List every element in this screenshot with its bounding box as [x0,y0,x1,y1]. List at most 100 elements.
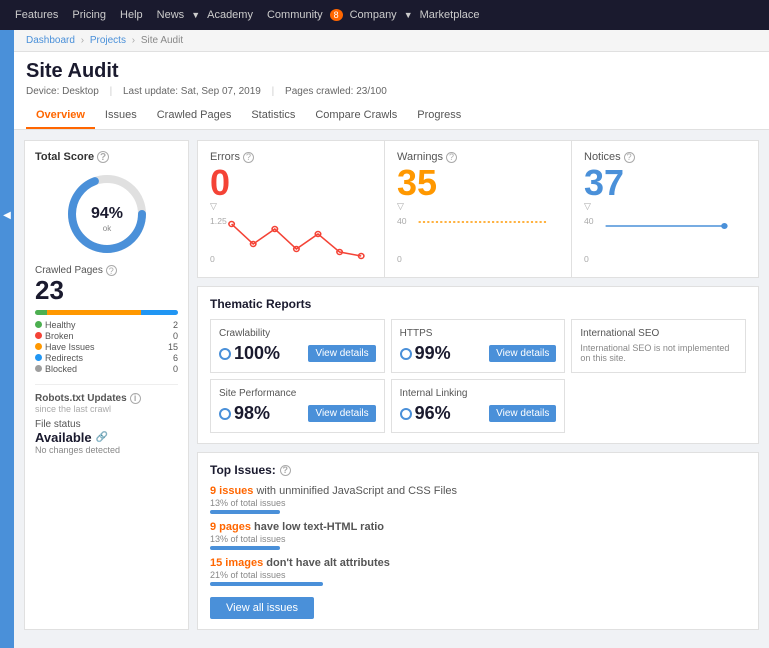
metrics-col: Errors ? 0 ▽ 1.25 0 [197,140,759,630]
device-label: Device: Desktop [26,86,99,97]
report-https: HTTPS 99% View details [391,319,566,373]
svg-text:1.25: 1.25 [210,216,227,226]
sidebar-toggle[interactable]: ◀ [0,30,14,648]
errors-sub: ▽ [210,201,372,212]
intl-seo-note: International SEO is not implemented on … [580,343,737,363]
issue-1-bar [210,510,280,514]
issue-3-text: 15 images don't have alt attributes [210,557,746,569]
https-view-details-btn[interactable]: View details [489,345,556,362]
report-crawlability: Crawlability 100% View details [210,319,385,373]
score-title: Total Score ? [35,151,178,163]
nav-news[interactable]: News [150,0,192,30]
notices-value: 37 [584,165,746,201]
tab-issues[interactable]: Issues [95,103,147,129]
notices-sparkline: 40 0 [584,214,746,264]
score-panel: Total Score ? 94% ok [24,140,189,630]
svg-text:94%: 94% [90,205,122,222]
pb-redirects [141,310,178,315]
breadcrumb-sep2: › [132,35,135,46]
breadcrumb-current: Site Audit [141,35,183,46]
legend-broken: Broken0 [35,331,178,341]
svg-text:40: 40 [584,216,594,226]
tab-compare-crawls[interactable]: Compare Crawls [305,103,407,129]
breadcrumb: Dashboard › Projects › Site Audit [14,30,769,52]
legend-have-issues: Have Issues15 [35,342,178,352]
crawlability-score-row: 100% View details [219,343,376,364]
nav-chevron-company: ▼ [404,10,413,20]
site-performance-score: 98% [219,403,270,424]
nav-marketplace[interactable]: Marketplace [413,0,487,30]
legend-healthy: Healthy2 [35,320,178,330]
site-performance-score-row: 98% View details [219,403,376,424]
crawled-section: Crawled Pages ? 23 [35,265,178,374]
tab-overview[interactable]: Overview [26,103,95,129]
svg-text:40: 40 [397,216,407,226]
issues-info-icon[interactable]: ? [280,465,291,476]
link-icon[interactable]: 🔗 [96,432,108,443]
robots-title: Robots.txt Updates i [35,393,178,404]
page-meta: Device: Desktop | Last update: Sat, Sep … [26,86,757,97]
crawled-info-icon[interactable]: ? [106,265,117,276]
nav-pricing[interactable]: Pricing [65,0,113,30]
breadcrumb-dashboard[interactable]: Dashboard [26,35,75,46]
robots-info-icon[interactable]: i [130,393,141,404]
view-all-issues-btn[interactable]: View all issues [210,597,314,619]
meta-sep1: | [110,86,113,97]
tabs-container: Overview Issues Crawled Pages Statistics… [26,103,757,129]
nav-help[interactable]: Help [113,0,150,30]
nav-academy[interactable]: Academy [200,0,260,30]
donut-chart: 94% ok [35,169,178,259]
thematic-section: Thematic Reports Crawlability 100% [197,286,759,444]
report-site-performance: Site Performance 98% View details [210,379,385,433]
internal-linking-view-details-btn[interactable]: View details [489,405,556,422]
crawled-number: 23 [35,276,178,305]
site-performance-view-details-btn[interactable]: View details [308,405,375,422]
donut-svg: 94% ok [62,169,152,259]
errors-info-icon[interactable]: ? [243,152,254,163]
errors-sparkline: 1.25 0 [210,214,372,264]
top-issues-section: Top Issues: ? 9 issues with unminified J… [197,452,759,630]
tab-crawled-pages[interactable]: Crawled Pages [147,103,242,129]
top-nav: Features Pricing Help News ▼ Academy Com… [0,0,769,30]
pages-crawled-label: Pages crawled: 23/100 [285,86,387,97]
nav-community[interactable]: Community [260,0,330,30]
top-issues-title: Top Issues: ? [210,463,746,477]
crawlability-view-details-btn[interactable]: View details [308,345,375,362]
notices-info-icon[interactable]: ? [624,152,635,163]
metrics-row: Errors ? 0 ▽ 1.25 0 [197,140,759,278]
breadcrumb-projects[interactable]: Projects [90,35,126,46]
progress-bar [35,310,178,315]
issue-item-3: 15 images don't have alt attributes 21% … [210,557,746,586]
https-score-row: 99% View details [400,343,557,364]
legend-blocked: Blocked0 [35,364,178,374]
notices-panel: Notices ? 37 ▽ 40 0 [571,140,759,278]
score-info-icon[interactable]: ? [97,151,109,163]
internal-linking-score: 96% [400,403,451,424]
file-status-value: Available 🔗 [35,430,178,445]
legend: Healthy2 Broken0 Have Issues15 Redirects… [35,320,178,374]
intl-seo-title: International SEO [580,328,737,339]
breadcrumb-sep1: › [81,35,84,46]
nav-features[interactable]: Features [8,0,65,30]
warnings-panel: Warnings ? 35 ▽ 40 0 [384,140,571,278]
svg-text:ok: ok [102,224,111,233]
nav-chevron-news: ▼ [191,10,200,20]
pb-healthy [35,310,47,315]
tab-progress[interactable]: Progress [407,103,471,129]
crawlability-title: Crawlability [219,328,376,339]
page-header: Site Audit Device: Desktop | Last update… [14,52,769,130]
last-update-label: Last update: Sat, Sep 07, 2019 [123,86,261,97]
errors-value: 0 [210,165,372,201]
issue-2-sub: 13% of total issues [210,534,746,544]
warnings-info-icon[interactable]: ? [446,152,457,163]
nav-company[interactable]: Company [343,0,404,30]
page-title: Site Audit [26,60,757,83]
no-changes: No changes detected [35,445,178,455]
main-content: Total Score ? 94% ok [14,130,769,648]
svg-text:0: 0 [584,254,589,264]
robots-section: Robots.txt Updates i since the last craw… [35,384,178,455]
https-title: HTTPS [400,328,557,339]
issue-item-2: 9 pages have low text-HTML ratio 13% of … [210,521,746,550]
tab-statistics[interactable]: Statistics [241,103,305,129]
reports-grid: Crawlability 100% View details [210,319,746,433]
